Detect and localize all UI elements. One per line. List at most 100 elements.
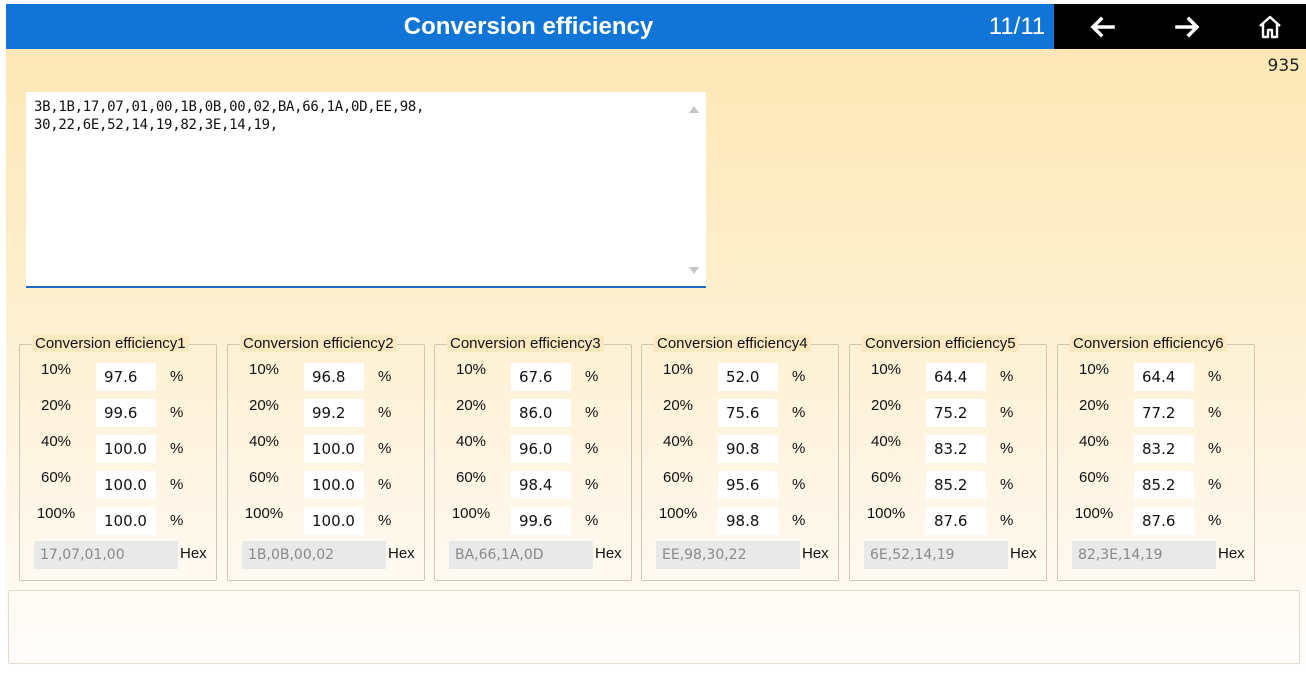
load-percent-label: 20% bbox=[870, 397, 902, 414]
percent-unit: % bbox=[1000, 440, 1014, 457]
percent-unit: % bbox=[1000, 368, 1014, 385]
load-percent-label: 20% bbox=[1078, 397, 1110, 414]
efficiency-value-field[interactable]: 95.6 bbox=[718, 471, 778, 499]
efficiency-row: 60% 98.4% bbox=[435, 467, 631, 499]
percent-unit: % bbox=[1208, 368, 1222, 385]
load-percent-label: 10% bbox=[455, 361, 487, 378]
load-percent-label: 40% bbox=[40, 433, 72, 450]
back-button[interactable] bbox=[1072, 4, 1132, 49]
efficiency-value-field[interactable]: 99.6 bbox=[511, 507, 571, 535]
efficiency-value-field[interactable]: 98.4 bbox=[511, 471, 571, 499]
efficiency-value-field[interactable]: 83.2 bbox=[1134, 435, 1194, 463]
percent-unit: % bbox=[585, 512, 599, 529]
forward-button[interactable] bbox=[1158, 4, 1218, 49]
percent-unit: % bbox=[585, 368, 599, 385]
group-title: Conversion efficiency5 bbox=[862, 335, 1019, 352]
efficiency-value-field[interactable]: 100.0 bbox=[304, 435, 364, 463]
efficiency-row: 10% 64.4% bbox=[1058, 359, 1254, 391]
efficiency-value-field[interactable]: 100.0 bbox=[96, 507, 156, 535]
textarea-scrollbar[interactable] bbox=[682, 92, 706, 286]
percent-unit: % bbox=[792, 476, 806, 493]
efficiency-value-field[interactable]: 97.6 bbox=[96, 363, 156, 391]
percent-unit: % bbox=[792, 512, 806, 529]
efficiency-value-field[interactable]: 85.2 bbox=[926, 471, 986, 499]
hex-value-field: BA,66,1A,0D bbox=[449, 541, 593, 569]
efficiency-value-field[interactable]: 75.2 bbox=[926, 399, 986, 427]
bottom-panel bbox=[8, 590, 1300, 664]
load-percent-label: 10% bbox=[248, 361, 280, 378]
percent-unit: % bbox=[1208, 476, 1222, 493]
efficiency-value-field[interactable]: 100.0 bbox=[304, 507, 364, 535]
group-title: Conversion efficiency1 bbox=[32, 335, 189, 352]
efficiency-value-field[interactable]: 85.2 bbox=[1134, 471, 1194, 499]
efficiency-row: 60% 95.6% bbox=[642, 467, 838, 499]
efficiency-group-2: Conversion efficiency2 10% 96.8% 20% 99.2% 40… bbox=[227, 335, 425, 581]
load-percent-label: 60% bbox=[455, 469, 487, 486]
efficiency-value-field[interactable]: 77.2 bbox=[1134, 399, 1194, 427]
load-percent-label: 60% bbox=[1078, 469, 1110, 486]
raw-data-text: 3B,1B,17,07,01,00,1B,0B,00,02,BA,66,1A,0… bbox=[34, 99, 425, 133]
hex-value-field: 82,3E,14,19 bbox=[1072, 541, 1216, 569]
efficiency-row: 20% 99.6% bbox=[20, 395, 216, 427]
efficiency-value-field[interactable]: 87.6 bbox=[1134, 507, 1194, 535]
efficiency-value-field[interactable]: 75.6 bbox=[718, 399, 778, 427]
hex-unit-label: Hex bbox=[595, 545, 622, 562]
load-percent-label: 100% bbox=[866, 505, 906, 522]
efficiency-value-field[interactable]: 99.6 bbox=[96, 399, 156, 427]
load-percent-label: 60% bbox=[248, 469, 280, 486]
load-percent-label: 10% bbox=[662, 361, 694, 378]
load-percent-label: 100% bbox=[36, 505, 76, 522]
title-bar: Conversion efficiency 11/11 bbox=[6, 4, 1306, 49]
home-button[interactable] bbox=[1240, 4, 1300, 49]
hex-value-field: EE,98,30,22 bbox=[656, 541, 800, 569]
efficiency-value-field[interactable]: 83.2 bbox=[926, 435, 986, 463]
group-title: Conversion efficiency3 bbox=[447, 335, 604, 352]
group-title: Conversion efficiency6 bbox=[1070, 335, 1227, 352]
efficiency-value-field[interactable]: 64.4 bbox=[1134, 363, 1194, 391]
load-percent-label: 40% bbox=[248, 433, 280, 450]
efficiency-value-field[interactable]: 90.8 bbox=[718, 435, 778, 463]
load-percent-label: 20% bbox=[455, 397, 487, 414]
hex-unit-label: Hex bbox=[1218, 545, 1245, 562]
efficiency-value-field[interactable]: 100.0 bbox=[304, 471, 364, 499]
efficiency-row: 10% 97.6% bbox=[20, 359, 216, 391]
scroll-down-icon[interactable] bbox=[689, 267, 699, 274]
scroll-up-icon[interactable] bbox=[689, 106, 699, 113]
hex-unit-label: Hex bbox=[1010, 545, 1037, 562]
efficiency-row: 40% 100.0% bbox=[20, 431, 216, 463]
page-title: Conversion efficiency bbox=[403, 13, 654, 40]
load-percent-label: 10% bbox=[870, 361, 902, 378]
efficiency-value-field[interactable]: 86.0 bbox=[511, 399, 571, 427]
percent-unit: % bbox=[1000, 512, 1014, 529]
percent-unit: % bbox=[378, 440, 392, 457]
efficiency-row: 40% 100.0% bbox=[228, 431, 424, 463]
efficiency-value-field[interactable]: 98.8 bbox=[718, 507, 778, 535]
efficiency-row: 100% 87.6% bbox=[850, 503, 1046, 535]
efficiency-row: 20% 99.2% bbox=[228, 395, 424, 427]
efficiency-value-field[interactable]: 100.0 bbox=[96, 435, 156, 463]
hex-unit-label: Hex bbox=[180, 545, 207, 562]
efficiency-row: 20% 77.2% bbox=[1058, 395, 1254, 427]
efficiency-value-field[interactable]: 52.0 bbox=[718, 363, 778, 391]
percent-unit: % bbox=[170, 512, 184, 529]
percent-unit: % bbox=[378, 476, 392, 493]
load-percent-label: 10% bbox=[40, 361, 72, 378]
efficiency-value-field[interactable]: 100.0 bbox=[96, 471, 156, 499]
efficiency-row: 10% 52.0% bbox=[642, 359, 838, 391]
hex-unit-label: Hex bbox=[802, 545, 829, 562]
efficiency-value-field[interactable]: 87.6 bbox=[926, 507, 986, 535]
efficiency-value-field[interactable]: 96.8 bbox=[304, 363, 364, 391]
efficiency-row: 100% 87.6% bbox=[1058, 503, 1254, 535]
efficiency-value-field[interactable]: 96.0 bbox=[511, 435, 571, 463]
percent-unit: % bbox=[792, 440, 806, 457]
load-percent-label: 10% bbox=[1078, 361, 1110, 378]
efficiency-row: 60% 100.0% bbox=[20, 467, 216, 499]
efficiency-value-field[interactable]: 99.2 bbox=[304, 399, 364, 427]
raw-data-textarea[interactable]: 3B,1B,17,07,01,00,1B,0B,00,02,BA,66,1A,0… bbox=[26, 92, 706, 288]
percent-unit: % bbox=[170, 476, 184, 493]
percent-unit: % bbox=[585, 404, 599, 421]
efficiency-value-field[interactable]: 67.6 bbox=[511, 363, 571, 391]
nav-controls bbox=[1054, 4, 1306, 49]
efficiency-value-field[interactable]: 64.4 bbox=[926, 363, 986, 391]
home-icon bbox=[1259, 15, 1281, 38]
